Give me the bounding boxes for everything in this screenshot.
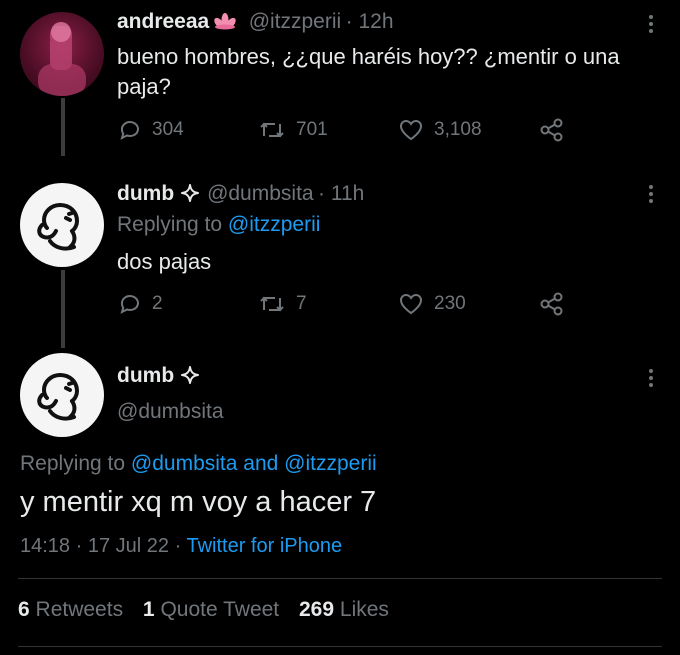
mention-link[interactable]: @dumbsita xyxy=(131,452,238,475)
author-handle[interactable]: @dumbsita xyxy=(117,400,224,424)
avatar[interactable] xyxy=(20,12,104,96)
retweets-stat[interactable]: 6 Retweets xyxy=(18,598,123,621)
like-button[interactable]: 230 xyxy=(398,292,466,316)
reply-count: 304 xyxy=(152,119,184,140)
like-button[interactable]: 3,108 xyxy=(398,118,482,142)
divider xyxy=(18,646,662,647)
tweet-time[interactable]: · 12h xyxy=(346,10,394,33)
reply-button[interactable]: 304 xyxy=(118,118,184,142)
quotes-stat[interactable]: 1 Quote Tweet xyxy=(143,598,279,621)
share-icon[interactable] xyxy=(539,118,565,142)
avatar[interactable] xyxy=(20,353,104,437)
sparkle-badge-icon xyxy=(180,366,199,389)
avatar[interactable] xyxy=(20,183,104,267)
more-options-icon[interactable] xyxy=(649,182,653,206)
tweet-stats: 6 Retweets 1 Quote Tweet 269 Likes xyxy=(18,598,389,622)
more-options-icon[interactable] xyxy=(649,366,653,390)
tweet-text: y mentir xq m voy a hacer 7 xyxy=(20,486,377,518)
tweet-source[interactable]: Twitter for iPhone xyxy=(186,535,342,557)
author-name[interactable]: andreeaa xyxy=(117,10,209,33)
heart-icon xyxy=(399,119,423,141)
thread-line-1 xyxy=(61,98,65,156)
retweet-count: 701 xyxy=(296,119,328,140)
tweet-text: bueno hombres, ¿¿que haréis hoy?? ¿menti… xyxy=(117,44,620,99)
replying-to: Replying to @itzzperii xyxy=(117,213,321,236)
tweet-text: dos pajas xyxy=(117,249,212,274)
flower-badge-icon xyxy=(212,11,238,36)
retweet-button[interactable]: 7 xyxy=(258,292,307,316)
mention-link[interactable]: @itzzperii xyxy=(284,452,377,475)
tweet-time[interactable]: · 11h xyxy=(318,182,364,205)
retweet-button[interactable]: 701 xyxy=(258,118,328,142)
mention-link[interactable]: @itzzperii xyxy=(228,213,321,236)
retweet-icon xyxy=(260,122,284,138)
like-count: 230 xyxy=(434,293,466,314)
replying-to: Replying to @dumbsita and @itzzperii xyxy=(20,452,377,475)
author-name[interactable]: dumb xyxy=(117,364,174,387)
likes-stat[interactable]: 269 Likes xyxy=(299,598,389,621)
retweet-icon xyxy=(260,296,284,312)
retweet-count: 7 xyxy=(296,293,307,314)
reply-button[interactable]: 2 xyxy=(118,292,163,316)
thread-line-2 xyxy=(61,270,65,348)
tweet-meta: 14:18 · 17 Jul 22 · Twitter for iPhone xyxy=(20,535,343,557)
author-handle[interactable]: @dumbsita xyxy=(207,182,314,205)
reply-count: 2 xyxy=(152,293,163,314)
tweet-date[interactable]: 17 Jul 22 xyxy=(88,535,169,557)
reply-icon xyxy=(120,121,139,140)
divider xyxy=(18,578,662,579)
author-handle[interactable]: @itzzperii xyxy=(249,10,342,33)
more-options-icon[interactable] xyxy=(649,12,653,36)
reply-icon xyxy=(120,295,139,314)
author-name[interactable]: dumb xyxy=(117,182,174,205)
sparkle-badge-icon xyxy=(180,184,199,207)
tweet-timestamp[interactable]: 14:18 xyxy=(20,535,70,557)
like-count: 3,108 xyxy=(434,119,482,140)
heart-icon xyxy=(399,293,423,315)
share-icon[interactable] xyxy=(539,292,565,316)
